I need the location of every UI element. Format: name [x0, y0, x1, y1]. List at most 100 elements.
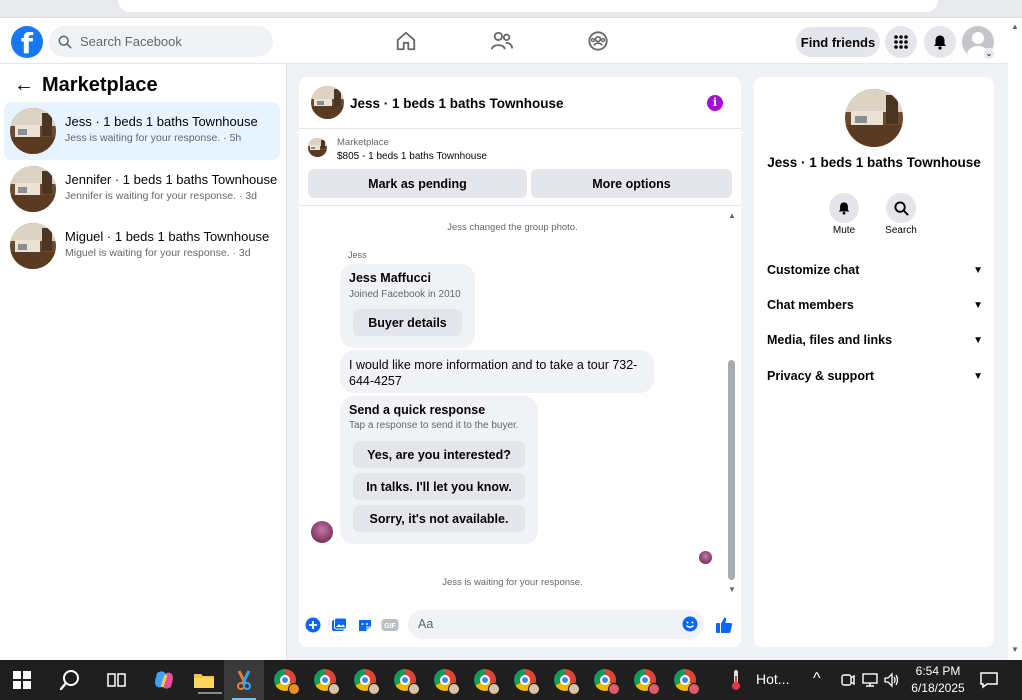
- buyer-details-button[interactable]: Buyer details: [353, 309, 462, 336]
- conversation-item[interactable]: Miguel · 1 beds 1 baths Townhouse Miguel…: [4, 217, 280, 275]
- chat-members-section[interactable]: Chat members ▼: [767, 295, 983, 315]
- add-plus-icon[interactable]: [304, 616, 322, 634]
- svg-text:GIF: GIF: [384, 623, 396, 630]
- conversation-item[interactable]: Jess · 1 beds 1 baths Townhouse Jess is …: [4, 102, 280, 160]
- chrome-browser-icon[interactable]: [351, 666, 380, 695]
- like-thumbs-up-icon[interactable]: [715, 616, 733, 634]
- chrome-browser-icon[interactable]: [591, 666, 620, 695]
- search-icon: [58, 35, 72, 48]
- mute-bell-icon[interactable]: [829, 193, 859, 223]
- volume-icon[interactable]: [878, 666, 906, 694]
- friends-icon[interactable]: [489, 28, 515, 54]
- read-receipt-avatar: [699, 551, 712, 564]
- message-input[interactable]: [418, 617, 668, 631]
- groups-icon[interactable]: [585, 28, 611, 54]
- search-box[interactable]: [49, 26, 273, 57]
- conversation-title: Jess · 1 beds 1 baths Townhouse: [65, 114, 258, 129]
- sticker-icon[interactable]: [356, 616, 374, 634]
- message-bubble: I would like more information and to tak…: [340, 350, 654, 393]
- chevron-down-icon[interactable]: ⌄: [983, 48, 995, 60]
- waiting-status: Jess is waiting for your response.: [442, 577, 583, 588]
- more-options-button[interactable]: More options: [531, 169, 732, 198]
- privacy-support-section[interactable]: Privacy & support ▼: [767, 366, 983, 386]
- section-label: Chat members: [767, 298, 854, 312]
- quick-response-option[interactable]: In talks. I'll let you know.: [353, 473, 525, 500]
- marketplace-label: Marketplace: [337, 137, 389, 148]
- search-icon[interactable]: [886, 193, 916, 223]
- browser-toolbar: [0, 0, 1022, 18]
- search-input[interactable]: [80, 34, 260, 49]
- home-icon[interactable]: [393, 28, 419, 54]
- details-listing-thumbnail[interactable]: [845, 89, 903, 147]
- chevron-down-icon: ▼: [973, 299, 983, 311]
- chrome-browser-icon[interactable]: [671, 666, 700, 695]
- chrome-browser-icon[interactable]: [431, 666, 460, 695]
- listing-thumbnail: [10, 108, 56, 154]
- scroll-down-arrow-icon[interactable]: ▼: [1011, 645, 1019, 654]
- find-friends-button[interactable]: Find friends: [796, 27, 880, 57]
- scroll-up-arrow-icon[interactable]: ▲: [1011, 22, 1019, 31]
- windows-taskbar: Hot... ^ 6:54 PM 6/18/2025: [0, 660, 1022, 700]
- back-arrow-icon[interactable]: ←: [14, 74, 42, 97]
- customize-chat-section[interactable]: Customize chat ▼: [767, 260, 983, 280]
- chrome-browser-icon[interactable]: [631, 666, 660, 695]
- conversation-status: Miguel is waiting for your response. · 3…: [65, 247, 251, 259]
- chrome-browser-icon[interactable]: [271, 666, 300, 695]
- chevron-down-icon: ▼: [973, 334, 983, 346]
- search-icon[interactable]: [56, 666, 84, 694]
- chrome-browser-icon[interactable]: [391, 666, 420, 695]
- clock-time: 6:54 PM: [915, 664, 961, 678]
- chat-panel: Jess · 1 beds 1 baths Townhouse i Market…: [299, 77, 741, 647]
- weather-text[interactable]: Hot...: [756, 671, 789, 687]
- system-clock[interactable]: 6:54 PM 6/18/2025: [908, 663, 968, 697]
- weather-thermometer-icon[interactable]: [722, 666, 750, 694]
- quick-response-option[interactable]: Sorry, it's not available.: [353, 505, 525, 532]
- media-files-links-section[interactable]: Media, files and links ▼: [767, 330, 983, 350]
- page-scrollbar[interactable]: ▲ ▼: [1008, 18, 1022, 660]
- sender-avatar[interactable]: [311, 521, 333, 543]
- notification-center-icon[interactable]: [975, 666, 1003, 694]
- chrome-browser-icon[interactable]: [551, 666, 580, 695]
- details-title: Jess · 1 beds 1 baths Townhouse: [767, 155, 981, 170]
- page-title: Marketplace: [42, 74, 158, 96]
- conversation-status: Jess is waiting for your response. · 5h: [65, 132, 242, 144]
- emoji-icon[interactable]: [682, 616, 698, 637]
- chat-scrollbar[interactable]: [728, 360, 735, 580]
- info-icon[interactable]: i: [707, 95, 723, 111]
- chat-listing-thumbnail[interactable]: [311, 86, 344, 119]
- chrome-browser-icon[interactable]: [311, 666, 340, 695]
- facebook-header: f Find friends ⌄: [0, 18, 1008, 64]
- conversation-title: Miguel · 1 beds 1 baths Townhouse: [65, 229, 270, 244]
- listing-summary[interactable]: Marketplace $805 - 1 beds 1 baths Townho…: [299, 129, 741, 167]
- windows-start-icon[interactable]: [8, 666, 36, 694]
- file-explorer-icon[interactable]: [190, 666, 222, 694]
- notifications-bell-icon[interactable]: [924, 26, 956, 58]
- task-view-icon[interactable]: [103, 666, 131, 694]
- chevron-up-icon[interactable]: ^: [813, 670, 821, 688]
- chrome-browser-icon[interactable]: [511, 666, 540, 695]
- snipping-tool-icon[interactable]: [224, 660, 264, 700]
- quick-response-subtitle: Tap a response to send it to the buyer.: [349, 420, 519, 431]
- buyer-profile-card: Jess Maffucci Joined Facebook in 2010 Bu…: [340, 264, 475, 348]
- quick-response-option[interactable]: Yes, are you interested?: [353, 441, 525, 468]
- scroll-down-arrow-icon[interactable]: ▼: [728, 585, 736, 594]
- section-label: Privacy & support: [767, 369, 874, 383]
- chat-details-panel: Jess · 1 beds 1 baths Townhouse Mute Sea…: [754, 77, 994, 647]
- mark-as-pending-button[interactable]: Mark as pending: [308, 169, 527, 198]
- chat-title[interactable]: Jess · 1 beds 1 baths Townhouse: [350, 96, 564, 111]
- scroll-up-arrow-icon[interactable]: ▲: [728, 211, 736, 220]
- divider: [299, 205, 741, 206]
- section-label: Media, files and links: [767, 333, 893, 347]
- quick-response-title: Send a quick response: [349, 403, 486, 417]
- conversation-item[interactable]: Jennifer · 1 beds 1 baths Townhouse Jenn…: [4, 160, 280, 218]
- photo-icon[interactable]: [330, 616, 348, 634]
- menu-grid-icon[interactable]: [885, 26, 917, 58]
- copilot-icon[interactable]: [150, 666, 178, 694]
- gif-icon[interactable]: GIF: [381, 616, 399, 634]
- browser-address-bar[interactable]: [118, 0, 938, 12]
- chrome-browser-icon[interactable]: [471, 666, 500, 695]
- search-label: Search: [885, 225, 917, 236]
- message-input-box[interactable]: [408, 610, 704, 639]
- facebook-logo-icon[interactable]: f: [11, 26, 43, 58]
- clock-date: 6/18/2025: [911, 681, 965, 695]
